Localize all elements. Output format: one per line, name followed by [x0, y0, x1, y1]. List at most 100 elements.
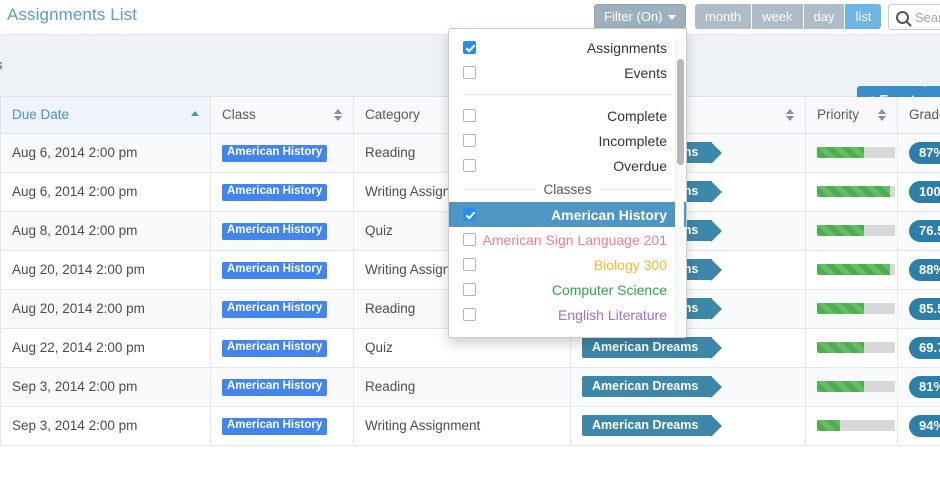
cell-class: American History [211, 211, 354, 250]
cell-category: Reading [354, 367, 571, 406]
checkbox-icon[interactable] [463, 109, 476, 122]
filter-class-american-sign-language-201[interactable]: American Sign Language 201 [449, 227, 686, 252]
filter-option-label: English Literature [476, 307, 667, 323]
cell-due-date: Sep 3, 2014 2:00 pm [1, 406, 211, 445]
column-header-label: Due Date [12, 107, 69, 122]
table-row[interactable]: Sep 3, 2014 2:00 pm American History Writi… [0, 406, 940, 445]
view-button-week[interactable]: week [752, 4, 803, 29]
checkbox-icon[interactable] [463, 66, 476, 79]
filter-option-events[interactable]: Events [449, 60, 686, 85]
cell-class: American History [211, 328, 354, 367]
dropdown-scrollbar[interactable] [675, 39, 684, 337]
filter-button[interactable]: Filter (On) [594, 4, 686, 29]
filter-class-american-history[interactable]: American History [449, 202, 686, 227]
priority-progress-bar [817, 303, 895, 314]
cell-grade: 100% [898, 172, 940, 211]
class-badge[interactable]: American History [222, 223, 327, 240]
cell-due-date: Aug 6, 2014 2:00 pm [1, 172, 211, 211]
view-button-list[interactable]: list [845, 4, 881, 29]
column-header-class[interactable]: Class [211, 97, 354, 133]
grade-badge: 94% [909, 415, 940, 437]
filter-class-english-literature[interactable]: English Literature [449, 302, 686, 327]
sort-toggle-icon [786, 109, 794, 121]
class-badge[interactable]: American History [222, 379, 327, 396]
class-badge[interactable]: American History [222, 301, 327, 318]
class-badge[interactable]: American History [222, 418, 327, 435]
filter-class-computer-science[interactable]: Computer Science [449, 277, 686, 302]
checkbox-icon[interactable] [463, 258, 476, 271]
priority-progress-bar [817, 381, 895, 392]
priority-progress-bar [817, 225, 895, 236]
filter-option-label: Computer Science [476, 282, 667, 298]
cell-priority [806, 406, 898, 445]
divider-line-left [463, 189, 536, 190]
cell-class: American History [211, 367, 354, 406]
sort-toggle-icon [878, 109, 886, 121]
category-text: Reading [365, 301, 415, 316]
unit-tag[interactable]: American Dreams [582, 337, 712, 359]
checkbox-icon[interactable] [463, 134, 476, 147]
class-badge[interactable]: American History [222, 262, 327, 279]
priority-progress-bar [817, 342, 895, 353]
grade-badge: 88% [909, 259, 940, 281]
grade-badge: 76.5% [909, 220, 940, 242]
column-header-due_date[interactable]: Due Date [1, 97, 211, 133]
filter-option-incomplete[interactable]: Incomplete [449, 128, 686, 153]
column-header-label: Priority [817, 107, 859, 122]
filter-option-complete[interactable]: Complete [449, 103, 686, 128]
cell-due-date: Aug 22, 2014 2:00 pm [1, 328, 211, 367]
filter-option-label: Events [476, 65, 667, 81]
category-text: Writing Assignment [365, 418, 480, 433]
cell-priority [806, 250, 898, 289]
checkbox-icon[interactable] [463, 283, 476, 296]
due-date-text: Aug 6, 2014 2:00 pm [12, 184, 137, 199]
filter-option-overdue[interactable]: Overdue [449, 153, 686, 178]
due-date-text: Aug 20, 2014 2:00 pm [12, 262, 145, 277]
sort-toggle-icon [334, 109, 342, 121]
category-text: Quiz [365, 223, 393, 238]
search-input[interactable]: Search [888, 4, 940, 30]
checkbox-icon[interactable] [463, 41, 476, 54]
checkbox-icon[interactable] [463, 233, 476, 246]
cell-due-date: Sep 3, 2014 2:00 pm [1, 367, 211, 406]
cell-priority [806, 328, 898, 367]
cell-grade: 69.75% [898, 328, 940, 367]
checkbox-icon[interactable] [463, 308, 476, 321]
cell-priority [806, 289, 898, 328]
class-badge[interactable]: American History [222, 340, 327, 357]
class-badge[interactable]: American History [222, 184, 327, 201]
unit-tag[interactable]: American Dreams [582, 376, 712, 398]
category-text: Quiz [365, 340, 393, 355]
column-header-priority[interactable]: Priority [806, 97, 898, 133]
priority-progress-bar [817, 420, 895, 431]
column-header-label: Class [222, 107, 256, 122]
cell-unit: American Dreams [571, 367, 806, 406]
grade-badge: 87% [909, 142, 940, 164]
page-title: Assignments List [7, 5, 137, 25]
checkbox-icon[interactable] [463, 159, 476, 172]
cell-grade: 88% [898, 250, 940, 289]
class-badge[interactable]: American History [222, 145, 327, 162]
dropdown-scrollbar-thumb[interactable] [677, 59, 684, 165]
cell-unit: American Dreams [571, 406, 806, 445]
unit-tag[interactable]: American Dreams [582, 415, 712, 437]
filter-option-label: Incomplete [476, 133, 667, 149]
filter-option-label: Assignments [476, 40, 667, 56]
filter-class-biology-300[interactable]: Biology 300 [449, 252, 686, 277]
filter-dropdown-panel[interactable]: Assignments Events Complete Incomplete Over… [448, 28, 687, 338]
cell-priority [806, 133, 898, 172]
grade-badge: 81% [909, 376, 940, 398]
category-text: Reading [365, 379, 415, 394]
cell-grade: 87% [898, 133, 940, 172]
search-icon [896, 11, 909, 24]
table-row[interactable]: gSep 3, 2014 2:00 pmAmerican HistoryRead… [0, 367, 940, 406]
column-header-label: Category [365, 107, 420, 122]
view-button-month[interactable]: month [695, 4, 752, 29]
cell-due-date: Aug 8, 2014 2:00 pm [1, 211, 211, 250]
filter-option-assignments[interactable]: Assignments [449, 35, 686, 60]
priority-progress-bar [817, 186, 895, 197]
view-button-day[interactable]: day [804, 4, 846, 29]
grade-badge: 85.5% [909, 298, 940, 320]
checkbox-icon[interactable] [463, 208, 476, 221]
filter-option-label: Complete [476, 108, 667, 124]
